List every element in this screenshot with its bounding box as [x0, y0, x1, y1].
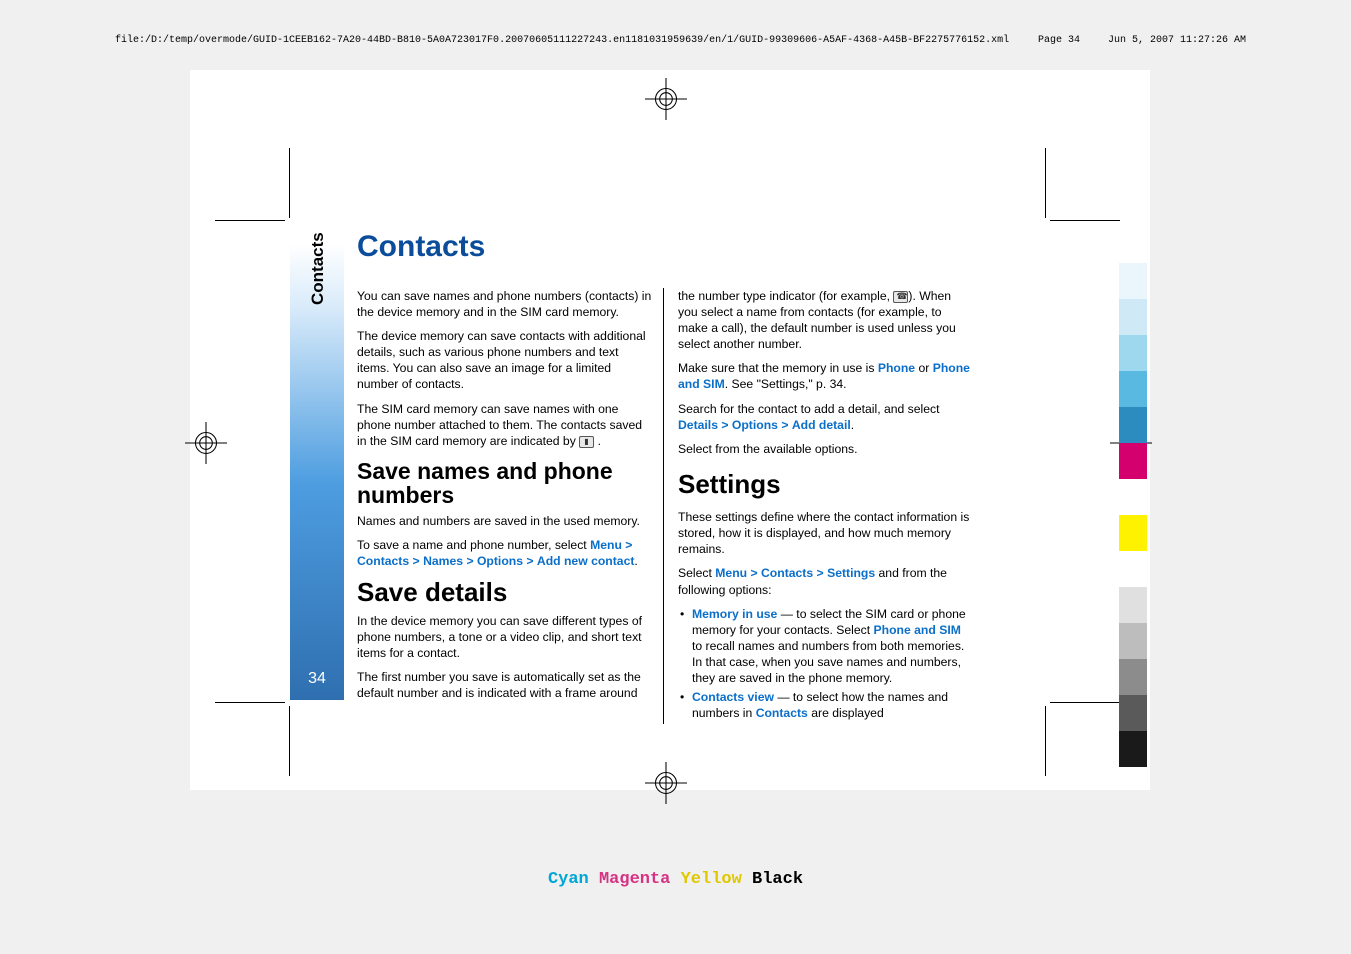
tab-blue-2 — [1119, 371, 1147, 407]
heading-save-names: Save names and phone numbers — [357, 459, 653, 507]
cmyk-yellow: Yellow — [681, 870, 742, 889]
tab-grey-2 — [1119, 623, 1147, 659]
tab-magenta — [1119, 443, 1147, 479]
menu-link: Add detail — [792, 418, 851, 432]
body-text: The SIM card memory can save names with … — [357, 401, 653, 449]
option-name: Contacts view — [692, 690, 774, 704]
body-text: Search for the contact to add a detail, … — [678, 401, 971, 433]
breadcrumb-separator-icon: > — [750, 566, 757, 580]
page-title: Contacts — [357, 230, 987, 264]
menu-link: Options — [732, 418, 778, 432]
page-label: Page 34 — [1038, 35, 1080, 46]
crop-mark — [1050, 702, 1120, 703]
menu-link: Settings — [827, 566, 875, 580]
breadcrumb-separator-icon: > — [817, 566, 824, 580]
menu-link: Contacts — [756, 706, 808, 720]
crop-mark — [215, 702, 285, 703]
body-text: Select Menu > Contacts > Settings and fr… — [678, 565, 971, 597]
body-text: The device memory can save contacts with… — [357, 328, 653, 392]
body-text: You can save names and phone numbers (co… — [357, 288, 653, 320]
breadcrumb-separator-icon: > — [526, 554, 533, 568]
menu-link: Add new contact — [537, 554, 635, 568]
tab-black — [1119, 731, 1147, 767]
tab-grey-4 — [1119, 695, 1147, 731]
breadcrumb-separator-icon: > — [466, 554, 473, 568]
sidebar-page-number: 34 — [290, 670, 344, 688]
menu-link: Menu — [715, 566, 747, 580]
body-text: These settings define where the contact … — [678, 509, 971, 557]
crop-mark — [215, 220, 285, 221]
tab-grey-3 — [1119, 659, 1147, 695]
cmyk-black: Black — [752, 870, 803, 889]
tab-light-2 — [1119, 299, 1147, 335]
tab-yellow — [1119, 515, 1147, 551]
tab-grey-1 — [1119, 587, 1147, 623]
menu-link: Names — [423, 554, 463, 568]
body-text: The first number you save is automatical… — [357, 669, 653, 701]
menu-link: Details — [678, 418, 718, 432]
cmyk-footer: Cyan Magenta Yellow Black — [0, 870, 1351, 889]
breadcrumb-separator-icon: > — [721, 418, 728, 432]
tab-light-1 — [1119, 263, 1147, 299]
option-name: Memory in use — [692, 607, 777, 621]
body-text: Make sure that the memory in use is Phon… — [678, 360, 971, 392]
body-text: Select from the available options. — [678, 441, 971, 457]
body-text: In the device memory you can save differ… — [357, 613, 653, 661]
menu-link: Phone and SIM — [874, 623, 961, 637]
list-item: Memory in use — to select the SIM card o… — [678, 606, 971, 686]
crop-mark — [1050, 220, 1120, 221]
timestamp: Jun 5, 2007 11:27:26 AM — [1108, 35, 1246, 46]
content: Contacts You can save names and phone nu… — [357, 230, 987, 724]
body-text: the number type indicator (for example, … — [678, 288, 971, 352]
crop-mark — [289, 148, 290, 218]
sidebar-section-label: Contacts — [308, 232, 328, 305]
column-right: the number type indicator (for example, … — [664, 288, 971, 724]
file-path: file:/D:/temp/overmode/GUID-1CEEB162-7A2… — [115, 35, 1009, 46]
options-list: Memory in use — to select the SIM card o… — [678, 606, 971, 722]
menu-link: Options — [477, 554, 523, 568]
registration-mark-icon — [645, 78, 687, 120]
column-left: You can save names and phone numbers (co… — [357, 288, 664, 724]
breadcrumb-separator-icon: > — [781, 418, 788, 432]
menu-link: Menu — [590, 538, 622, 552]
crop-mark — [289, 706, 290, 776]
tab-blue-3 — [1119, 407, 1147, 443]
menu-link: Phone — [878, 361, 915, 375]
heading-settings: Settings — [678, 467, 971, 501]
crop-mark — [1045, 148, 1046, 218]
breadcrumb-separator-icon: > — [625, 538, 632, 552]
heading-save-details: Save details — [357, 579, 653, 606]
header-path: file:/D:/temp/overmode/GUID-1CEEB162-7A2… — [115, 35, 1246, 46]
tab-blue-1 — [1119, 335, 1147, 371]
menu-link: Contacts — [357, 554, 409, 568]
body-text: To save a name and phone number, select … — [357, 537, 653, 569]
tab-gap-2 — [1119, 551, 1147, 587]
sim-card-icon — [579, 436, 594, 448]
sidebar: Contacts 34 — [290, 220, 344, 700]
cmyk-magenta: Magenta — [599, 870, 670, 889]
registration-mark-icon — [645, 762, 687, 804]
color-tab-strip — [1119, 263, 1147, 767]
cmyk-cyan: Cyan — [548, 870, 589, 889]
registration-mark-icon — [185, 422, 227, 464]
body-text: Names and numbers are saved in the used … — [357, 513, 653, 529]
phone-icon — [893, 291, 908, 303]
crop-mark — [1045, 706, 1046, 776]
tab-gap-1 — [1119, 479, 1147, 515]
breadcrumb-separator-icon: > — [413, 554, 420, 568]
menu-link: Contacts — [761, 566, 813, 580]
list-item: Contacts view — to select how the names … — [678, 689, 971, 721]
